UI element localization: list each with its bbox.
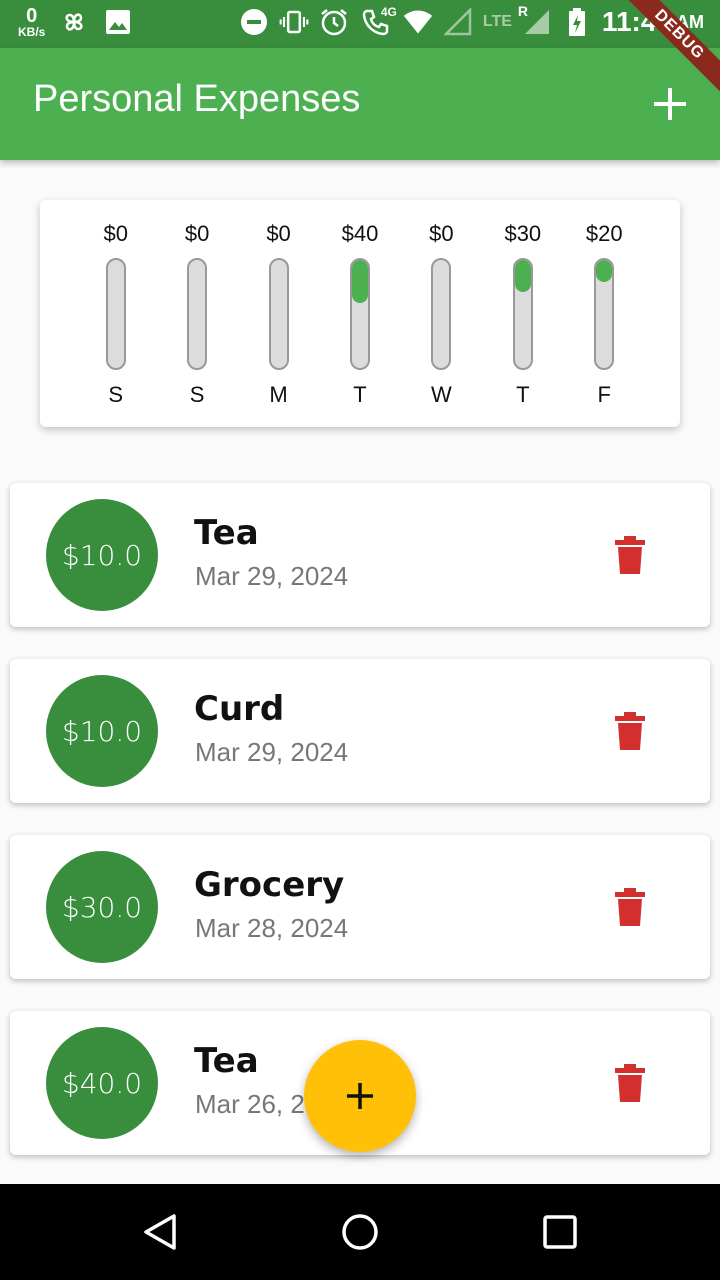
chart-bar-day-label: T	[353, 382, 367, 407]
chart-bar-amount-label: $0	[429, 221, 454, 246]
chart-bar-amount-label: $0	[103, 221, 128, 246]
chart-bar-column: $0 S	[156, 218, 237, 408]
chart-bar-track	[512, 258, 533, 370]
transaction-date: Mar 29, 2024	[195, 561, 349, 591]
chart-bar-track	[105, 258, 126, 370]
chart-bar-fill	[351, 260, 368, 304]
delete-transaction-button[interactable]	[612, 887, 648, 927]
transaction-amount: $10.0	[61, 714, 143, 748]
chart-bar-track	[268, 258, 289, 370]
square-recents-icon	[543, 1215, 577, 1249]
chart-bar-track	[594, 258, 615, 370]
chart-bar-amount-label: $30	[504, 221, 542, 246]
chart-bar-track	[349, 258, 370, 370]
chart-bar-day-label: W	[431, 382, 452, 407]
chart-bar-column: $0 M	[238, 218, 319, 408]
transaction-amount: $30.0	[61, 890, 143, 924]
chart-bar-column: $30 T	[482, 218, 563, 408]
net-speed-unit: KB/s	[18, 25, 46, 39]
chart-bar-amount-label: $0	[184, 221, 210, 246]
triangle-back-icon	[144, 1214, 176, 1250]
chart-bar-column: $40 T	[319, 218, 400, 408]
delete-transaction-button[interactable]	[612, 711, 648, 751]
plus-icon	[654, 88, 686, 120]
transaction-card: $10.0 Curd Mar 29, 2024	[10, 659, 710, 803]
transaction-amount: $40.0	[61, 1066, 143, 1100]
network-type-label: LTE	[482, 13, 512, 30]
wifi-icon	[403, 7, 433, 37]
signal-roaming-icon: R	[518, 3, 552, 37]
trash-icon	[615, 712, 645, 750]
chart-bar-fill	[596, 260, 613, 282]
do-not-disturb-icon	[239, 7, 269, 37]
roaming-label: R	[517, 3, 529, 19]
add-transaction-button[interactable]	[650, 84, 690, 124]
chart-bar-track	[431, 258, 452, 370]
amount-avatar: $40.0	[46, 1027, 158, 1139]
app-bar: Personal Expenses	[0, 48, 720, 160]
volte-call-icon: 4G	[359, 5, 397, 37]
net-speed-value: 0	[26, 5, 38, 27]
add-transaction-fab[interactable]	[304, 1040, 416, 1152]
chart-bar-day-label: M	[269, 382, 288, 407]
transaction-card: $30.0 Grocery Mar 28, 2024	[10, 835, 710, 979]
plus-icon	[347, 1083, 373, 1109]
image-icon	[103, 7, 133, 37]
nav-back-button[interactable]	[140, 1212, 180, 1252]
chart-bar-column: $0 W	[401, 218, 482, 408]
chart-bar-amount-label: $0	[266, 221, 291, 246]
trash-icon	[615, 536, 645, 574]
weekly-chart-card: $0 S $0 S $0 M $40 T $0 W $30 T $20 F	[40, 200, 680, 427]
transaction-title: Tea	[194, 513, 259, 553]
nav-home-button[interactable]	[340, 1212, 380, 1252]
chart-bar-fill	[514, 260, 531, 293]
amount-avatar: $30.0	[46, 851, 158, 963]
vibrate-icon	[279, 7, 309, 37]
signal-empty-icon	[443, 7, 473, 37]
delete-transaction-button[interactable]	[612, 535, 648, 575]
chart-bar-amount-label: $40	[341, 221, 379, 246]
pinwheel-icon	[59, 7, 89, 37]
chart-bar-amount-label: $20	[585, 221, 623, 246]
amount-avatar: $10.0	[46, 499, 158, 611]
trash-icon	[615, 888, 645, 926]
chart-bar-day-label: S	[189, 382, 205, 407]
chart-bar-day-label: F	[597, 382, 611, 407]
transaction-title: Grocery	[194, 865, 345, 905]
transaction-date: Mar 28, 2024	[195, 913, 349, 943]
transaction-amount: $10.0	[61, 538, 143, 572]
network-4g-label: 4G	[380, 5, 397, 19]
chart-bar-column: $0 S	[75, 218, 156, 408]
chart-bar-column: $20 F	[564, 218, 645, 408]
trash-icon	[615, 1064, 645, 1102]
transaction-title: Tea	[194, 1041, 259, 1081]
amount-avatar: $10.0	[46, 675, 158, 787]
system-nav-bar	[0, 1184, 720, 1280]
chart-bar-track	[187, 258, 208, 370]
page-title: Personal Expenses	[33, 78, 361, 120]
chart-bar-day-label: T	[516, 382, 530, 407]
net-speed: 0 KB/s	[18, 6, 45, 38]
alarm-icon	[319, 7, 349, 37]
battery-charging-icon	[562, 7, 592, 37]
nav-recents-button[interactable]	[540, 1212, 580, 1252]
circle-home-icon	[342, 1214, 378, 1250]
transaction-card: $10.0 Tea Mar 29, 2024	[10, 483, 710, 627]
chart-bars: $0 S $0 S $0 M $40 T $0 W $30 T $20 F	[56, 218, 664, 408]
transaction-date: Mar 29, 2024	[195, 737, 349, 767]
transaction-title: Curd	[194, 689, 285, 729]
chart-bar-day-label: S	[108, 382, 124, 407]
delete-transaction-button[interactable]	[612, 1063, 648, 1103]
status-bar: 0 KB/s 4G LTE R 11:43 AM	[0, 0, 720, 48]
